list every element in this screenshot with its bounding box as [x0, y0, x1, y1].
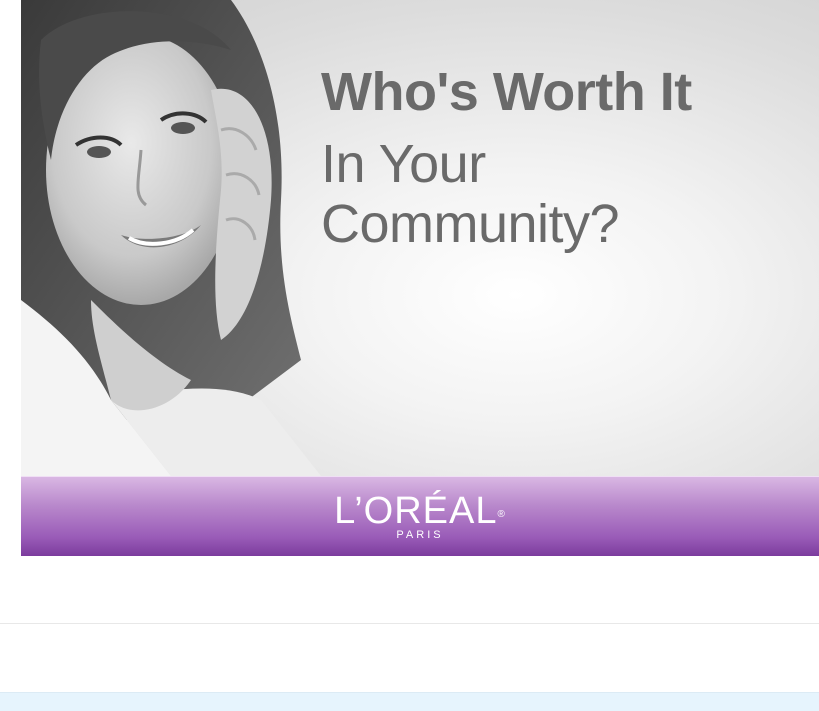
loreal-logo: L’ORÉAL® PARIS — [21, 491, 819, 541]
brand-name: L’ORÉAL® — [21, 491, 819, 531]
ad-headline: Who's Worth It — [321, 62, 692, 122]
brand-wordmark: L’ORÉAL — [334, 490, 498, 532]
ad-photo-area: Who's Worth It In Your Community? — [21, 0, 819, 476]
ad-subline-line-2: Community? — [321, 194, 620, 254]
advertisement-banner[interactable]: Who's Worth It In Your Community? L’ORÉA… — [21, 0, 819, 556]
ad-footer-bar: L’ORÉAL® PARIS — [21, 476, 819, 556]
ad-subline: In Your Community? — [321, 134, 620, 254]
section-divider — [0, 623, 819, 624]
registered-mark: ® — [497, 509, 506, 520]
ad-subline-line-1: In Your — [321, 134, 486, 194]
brand-subtitle: PARIS — [396, 529, 444, 541]
page: Who's Worth It In Your Community? L’ORÉA… — [0, 0, 819, 711]
model-photo — [21, 0, 321, 476]
bottom-panel — [0, 692, 819, 711]
